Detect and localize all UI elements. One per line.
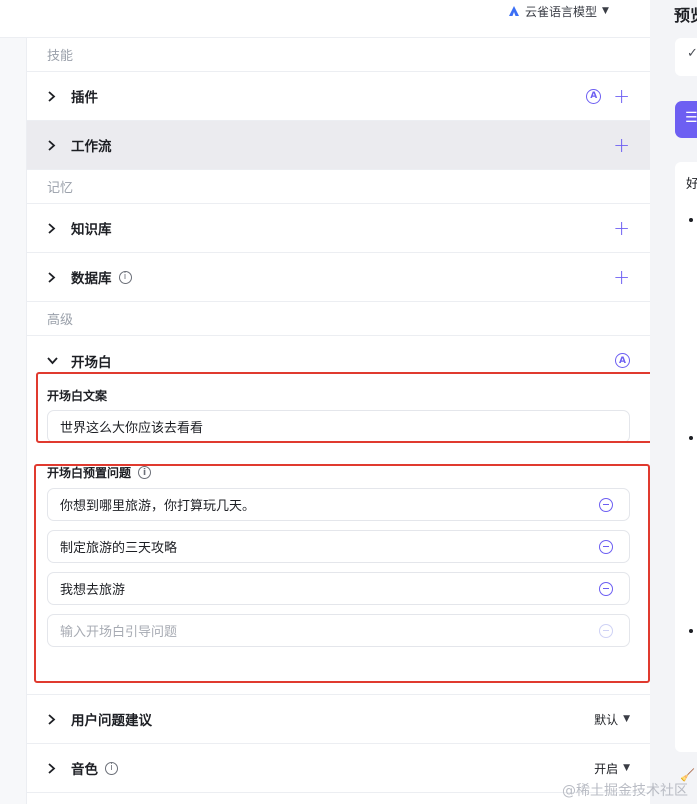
info-icon[interactable]: i: [138, 466, 152, 479]
preset-question-input[interactable]: 你想到哪里旅游，你打算玩几天。: [47, 488, 630, 521]
add-workflow-icon[interactable]: +: [613, 135, 630, 155]
row-label: 知识库: [71, 222, 112, 238]
question-text: 你想到哪里旅游，你打算玩几天。: [60, 499, 256, 514]
preset-question-input[interactable]: 我想去旅游: [47, 572, 630, 605]
section-skills: 技能: [27, 38, 650, 72]
remove-question-icon[interactable]: [599, 498, 613, 512]
chevron-right-icon[interactable]: [47, 139, 61, 151]
row-plugins[interactable]: 插件 A +: [27, 72, 650, 121]
preset-question-input[interactable]: 制定旅游的三天攻略: [47, 530, 630, 563]
chevron-down-icon[interactable]: [47, 356, 61, 365]
row-voice[interactable]: 音色 i 开启 ▼: [27, 744, 650, 793]
row-knowledge[interactable]: 知识库 +: [27, 204, 650, 253]
section-memory: 记忆: [27, 170, 650, 204]
add-database-icon[interactable]: +: [613, 267, 630, 287]
add-knowledge-icon[interactable]: +: [613, 218, 630, 238]
model-name: 云雀语言模型: [525, 4, 598, 19]
opening-text-label: 开场白文案: [47, 389, 108, 403]
info-icon[interactable]: i: [118, 270, 132, 284]
caret-down-icon: ▼: [623, 763, 630, 773]
row-database[interactable]: 数据库 i +: [27, 253, 650, 302]
top-bar: 云雀语言模型 ▼: [0, 0, 650, 38]
chevron-right-icon[interactable]: [47, 762, 61, 774]
preview-title: 预览: [674, 6, 697, 25]
chevron-right-icon[interactable]: [47, 90, 61, 102]
row-suggestions[interactable]: 用户问题建议 默认 ▼: [27, 695, 650, 744]
chevron-right-icon[interactable]: [47, 713, 61, 725]
add-plugin-icon[interactable]: +: [613, 86, 630, 106]
caret-down-icon: ▼: [602, 6, 609, 16]
auto-mode-icon[interactable]: A: [615, 353, 630, 368]
opening-text-input[interactable]: 世界这么大你应该去看看: [47, 410, 630, 443]
caret-down-icon: ▼: [623, 714, 630, 724]
info-icon[interactable]: i: [105, 761, 118, 775]
voice-dropdown[interactable]: 开启 ▼: [594, 760, 630, 777]
section-advanced: 高级: [27, 302, 650, 336]
row-label: 插件: [71, 90, 98, 106]
left-sidebar-strip: [0, 0, 27, 804]
preview-message-text: 好: [686, 177, 697, 192]
preset-questions-label: 开场白预置问题 i: [47, 464, 152, 481]
bullet-icon: [689, 436, 693, 440]
row-label: 数据库: [71, 271, 112, 287]
placeholder-text: 输入开场白引导问题: [60, 625, 178, 640]
row-label: 用户问题建议: [71, 713, 152, 729]
remove-question-icon[interactable]: [599, 540, 613, 554]
auto-mode-icon[interactable]: A: [586, 88, 602, 104]
chevron-right-icon[interactable]: [47, 222, 61, 234]
dropdown-value: 默认: [594, 712, 619, 727]
row-opening[interactable]: 开场白 A: [27, 336, 650, 385]
preview-message-card: [675, 162, 697, 752]
question-text: 制定旅游的三天攻略: [60, 541, 178, 556]
chevron-right-icon[interactable]: [47, 271, 61, 283]
bullet-icon: [689, 629, 693, 633]
preview-pane: 预览 ✓ ☰ 好 🧹: [650, 0, 697, 804]
preset-questions-label-text: 开场白预置问题: [47, 466, 132, 480]
bullet-icon: [689, 218, 693, 222]
dropdown-value: 开启: [594, 761, 619, 776]
row-workflow[interactable]: 工作流 +: [27, 121, 650, 170]
row-label: 开场白: [71, 354, 112, 371]
row-label: 工作流: [71, 139, 112, 155]
model-selector[interactable]: 云雀语言模型 ▼: [508, 0, 609, 22]
config-panel: 技能 插件 A + 工作流 + 记忆 知识库 + 数据库 i + 高级 开场白: [27, 38, 650, 804]
new-question-input[interactable]: 输入开场白引导问题: [47, 614, 630, 647]
row-label: 音色: [71, 762, 98, 778]
preview-menu-button[interactable]: ☰: [675, 101, 697, 138]
remove-question-icon[interactable]: [599, 624, 613, 638]
check-icon: ✓: [687, 46, 697, 61]
suggestions-dropdown[interactable]: 默认 ▼: [594, 711, 630, 728]
remove-question-icon[interactable]: [599, 582, 613, 596]
question-text: 我想去旅游: [60, 583, 126, 598]
model-logo-icon: [509, 6, 519, 16]
opening-settings: 开场白文案 世界这么大你应该去看看 开场白预置问题 i 你想到哪里旅游，你打算玩…: [27, 385, 650, 695]
watermark: @稀土掘金技术社区: [562, 783, 688, 799]
